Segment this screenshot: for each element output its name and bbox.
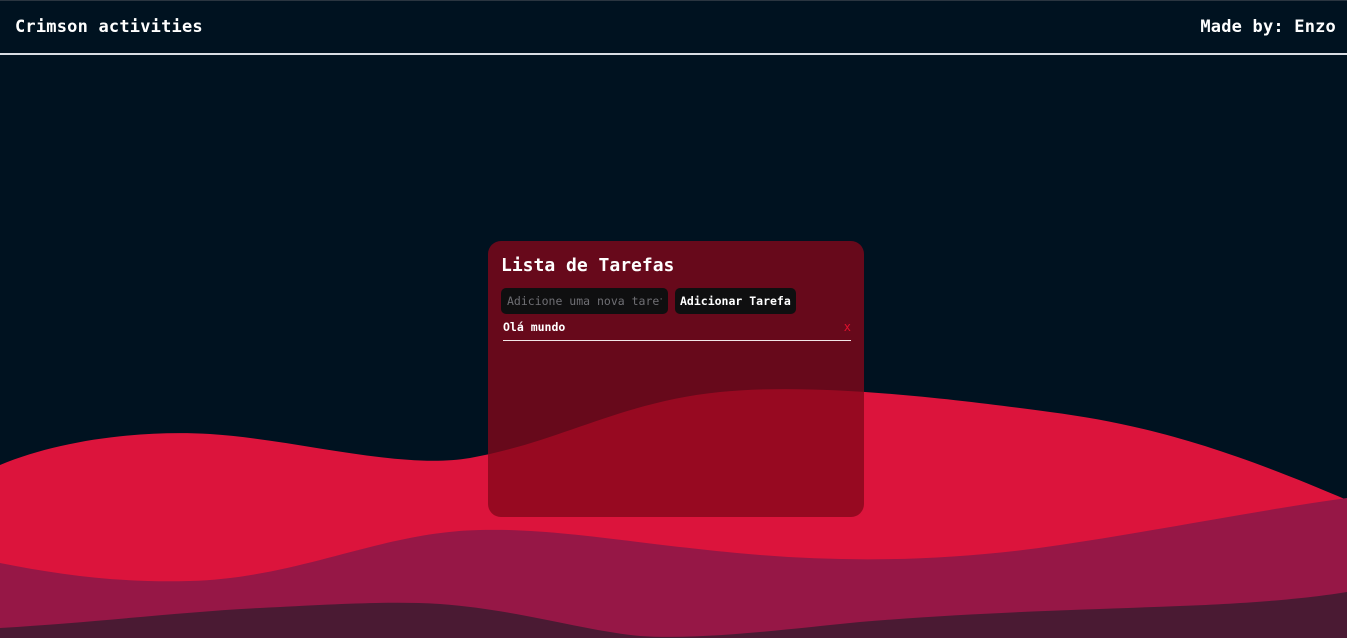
- new-task-input[interactable]: [501, 288, 668, 314]
- delete-task-button[interactable]: x: [844, 320, 851, 340]
- todo-title: Lista de Tarefas: [501, 255, 675, 276]
- task-text: Olá mundo: [503, 320, 566, 334]
- app-title: Crimson activities: [15, 17, 203, 37]
- page: Crimson activities Made by: Enzo Lista d…: [0, 0, 1347, 638]
- todo-card: Lista de Tarefas Adicionar Tarefa Olá mu…: [488, 241, 864, 517]
- add-task-button[interactable]: Adicionar Tarefa: [675, 288, 796, 314]
- task-list: Olá mundo x: [501, 320, 851, 341]
- task-item: Olá mundo x: [503, 320, 851, 341]
- author-credit: Made by: Enzo: [1200, 17, 1336, 37]
- top-bar: Crimson activities Made by: Enzo: [0, 0, 1347, 55]
- add-task-row: Adicionar Tarefa: [501, 288, 851, 314]
